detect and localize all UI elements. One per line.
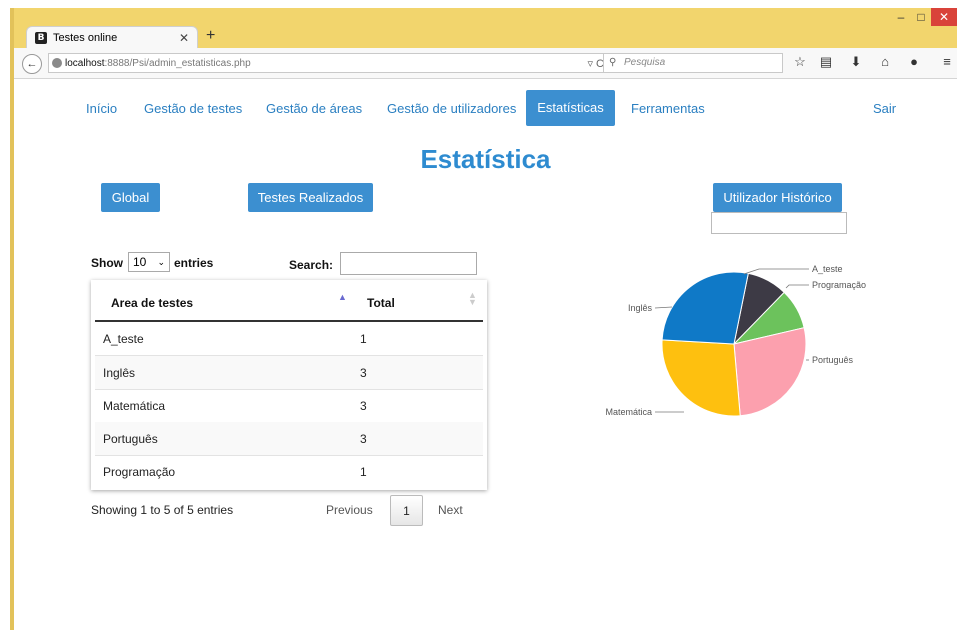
utilizador-historico-button[interactable]: Utilizador Histórico	[713, 183, 842, 212]
cell-area: Programação	[103, 465, 176, 479]
cell-total: 3	[360, 399, 367, 413]
show-label: Show	[91, 256, 123, 270]
browser-search-bar[interactable]: ⚲ Pesquisa	[603, 53, 783, 73]
page-content: Início Gestão de testes Gestão de áreas …	[14, 79, 957, 630]
chat-icon[interactable]: ●	[905, 54, 923, 69]
reload-icon[interactable]: ▿ C	[587, 54, 604, 74]
cell-total: 1	[360, 332, 367, 346]
table-row: Matemática 3	[95, 389, 483, 423]
previous-page-button[interactable]: Previous	[326, 503, 373, 517]
next-page-button[interactable]: Next	[438, 503, 463, 517]
url-host: localhost	[65, 58, 105, 69]
menu-estatisticas[interactable]: Estatísticas	[526, 90, 615, 126]
table-row: Programação 1	[95, 455, 483, 488]
pie-leader-line	[654, 306, 673, 309]
magnifier-icon: ⚲	[609, 57, 617, 68]
pie-label: Português	[812, 355, 854, 365]
close-window-icon[interactable]: ✕	[931, 8, 957, 26]
pie-leader-line	[743, 268, 809, 275]
testes-realizados-button[interactable]: Testes Realizados	[248, 183, 373, 212]
page-title: Estatística	[420, 144, 551, 174]
maximize-icon[interactable]: □	[911, 8, 931, 26]
pie-label: A_teste	[812, 264, 843, 274]
sort-both-icon[interactable]: ▲ ▼	[468, 291, 477, 307]
sort-ascending-icon[interactable]: ▲	[338, 292, 347, 302]
menu-gestao-testes[interactable]: Gestão de testes	[144, 101, 242, 116]
column-header-total[interactable]: Total	[367, 296, 395, 310]
historico-input[interactable]	[711, 212, 847, 234]
menu-sair[interactable]: Sair	[873, 101, 896, 116]
areas-table: Area de testes ▲ Total ▲ ▼ A_teste 1 Ingl…	[91, 280, 487, 490]
browser-tab[interactable]: B Testes online ✕	[26, 26, 198, 48]
menu-ferramentas[interactable]: Ferramentas	[631, 101, 705, 116]
column-header-area[interactable]: Area de testes	[111, 296, 193, 310]
bootstrap-favicon-icon: B	[35, 31, 47, 44]
length-value: 10	[133, 255, 147, 269]
pie-label: Inglês	[628, 303, 653, 313]
cell-area: A_teste	[103, 332, 144, 346]
cell-area: Matemática	[103, 399, 166, 413]
pie-slice	[661, 271, 749, 345]
page-1-button[interactable]: 1	[390, 495, 423, 526]
table-header: Area de testes ▲ Total ▲ ▼	[95, 280, 483, 322]
pie-label: Programação	[812, 280, 866, 290]
menu-inicio[interactable]: Início	[86, 101, 117, 116]
hamburger-menu-icon[interactable]: ≡	[938, 54, 956, 69]
table-search-input[interactable]	[340, 252, 477, 275]
search-placeholder: Pesquisa	[624, 57, 666, 68]
navigation-toolbar: ← localhost:8888/Psi/admin_estatisticas.…	[14, 48, 957, 79]
back-arrow-icon[interactable]: ←	[22, 54, 42, 74]
cell-area: Inglês	[103, 366, 136, 380]
menu-gestao-utilizadores[interactable]: Gestão de utilizadores	[387, 101, 516, 116]
areas-pie-chart: A_teste Programação Português Matemática Ing…	[605, 264, 866, 417]
cell-area: Português	[103, 432, 158, 446]
tab-title: Testes online	[53, 31, 118, 44]
pie-slice	[661, 339, 741, 417]
minimize-icon[interactable]: –	[891, 8, 911, 26]
download-icon[interactable]: ⬇	[847, 54, 865, 70]
menu-gestao-areas[interactable]: Gestão de áreas	[266, 101, 362, 116]
entries-label: entries	[174, 256, 214, 270]
url-path: :8888/Psi/admin_estatisticas.php	[104, 58, 251, 69]
new-tab-icon[interactable]: +	[206, 27, 215, 45]
global-button[interactable]: Global	[101, 183, 160, 212]
search-label: Search:	[289, 258, 334, 272]
cell-total: 3	[360, 432, 367, 446]
cell-total: 3	[360, 366, 367, 380]
bookmark-star-icon[interactable]: ☆	[791, 54, 809, 70]
close-tab-icon[interactable]: ✕	[179, 31, 189, 45]
url-bar[interactable]: localhost:8888/Psi/admin_estatisticas.ph…	[48, 53, 611, 73]
entries-length-select[interactable]: 10 ⌄	[128, 252, 170, 272]
cell-total: 1	[360, 465, 367, 479]
reading-list-icon[interactable]: ▤	[817, 54, 835, 70]
globe-icon	[52, 58, 62, 68]
table-row: Português 3	[95, 422, 483, 456]
table-row: A_teste 1	[95, 322, 483, 356]
chevron-down-icon: ⌄	[157, 257, 165, 267]
table-row: Inglês 3	[95, 356, 483, 390]
table-info: Showing 1 to 5 of 5 entries	[91, 503, 234, 517]
home-icon[interactable]: ⌂	[876, 54, 894, 69]
pie-leader-line	[785, 284, 809, 289]
pie-label: Matemática	[605, 407, 652, 417]
